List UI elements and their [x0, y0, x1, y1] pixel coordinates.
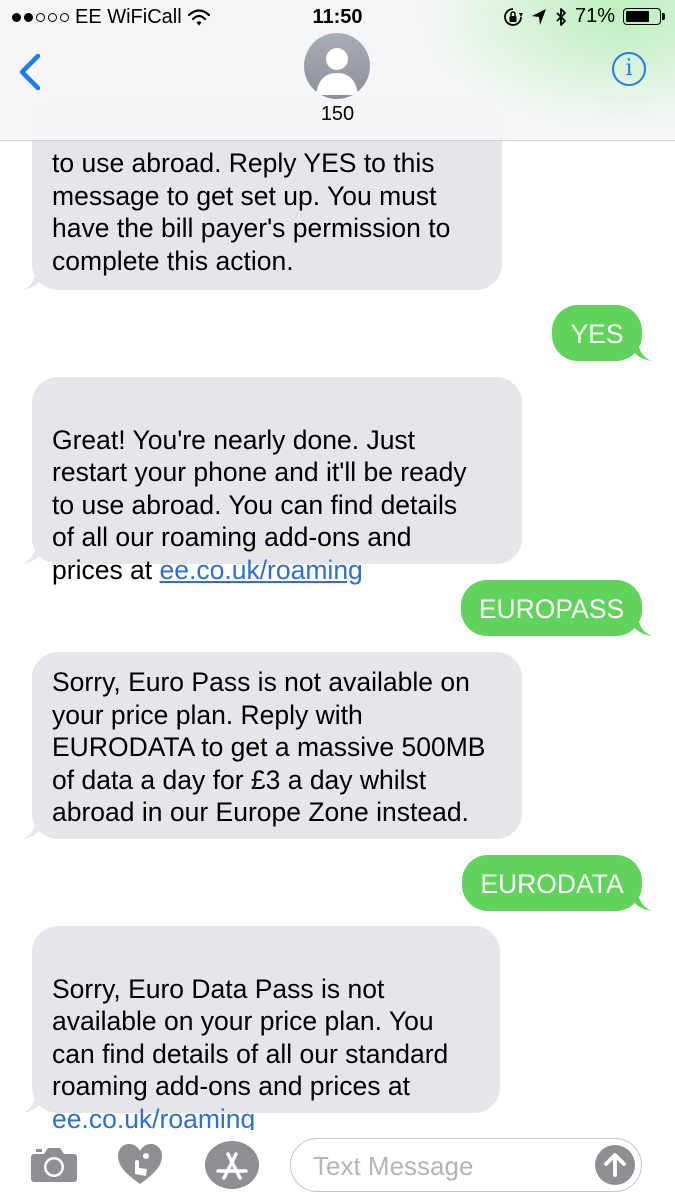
back-chevron-icon[interactable]	[16, 52, 46, 92]
outgoing-message-bubble[interactable]: EURODATA	[462, 855, 652, 911]
text-message-input[interactable]	[311, 1148, 575, 1184]
message-content: Great! You're nearly done. Just restart …	[52, 391, 508, 586]
camera-icon[interactable]	[30, 1144, 78, 1184]
bubble-tail	[628, 339, 652, 361]
battery-fill	[626, 11, 649, 22]
incoming-message-bubble[interactable]: Great! You're nearly done. Just restart …	[22, 377, 522, 585]
send-button[interactable]	[595, 1145, 635, 1185]
message-text: EUROPASS	[478, 594, 625, 624]
orientation-lock-icon	[504, 7, 523, 26]
person-silhouette-icon	[316, 48, 358, 95]
conversation[interactable]: to use abroad. Reply YES to this message…	[0, 0, 675, 1130]
message-input-bar	[0, 1130, 675, 1200]
text-message-field[interactable]	[290, 1138, 642, 1192]
outgoing-message-bubble[interactable]: YES	[552, 305, 652, 361]
battery-percent: 71%	[574, 5, 615, 27]
message-text: EURODATA	[480, 869, 624, 899]
info-button[interactable]: i	[612, 52, 646, 86]
location-arrow-icon	[531, 8, 546, 25]
contact-avatar[interactable]	[304, 33, 370, 99]
bubble-tail	[22, 817, 46, 839]
bluetooth-icon	[556, 7, 566, 26]
contact-name[interactable]: 150	[0, 103, 675, 126]
message-content: Sorry, Euro Data Pass is not available o…	[52, 940, 486, 1131]
message-text: Sorry, Euro Pass is not available on you…	[52, 667, 486, 827]
status-bar: EE WiFiCall 11:50 71%	[0, 0, 675, 34]
bubble-tail	[628, 889, 652, 911]
battery-icon	[623, 8, 665, 25]
message-text: Sorry, Euro Data Pass is not available o…	[52, 973, 449, 1102]
app-store-icon[interactable]	[204, 1140, 260, 1190]
message-text: to use abroad. Reply YES to this message…	[52, 148, 451, 276]
incoming-message-bubble[interactable]: Sorry, Euro Data Pass is not available o…	[22, 926, 500, 1130]
status-indicators: 71%	[503, 5, 665, 28]
bubble-tail	[22, 268, 46, 290]
incoming-message-bubble[interactable]: Sorry, Euro Pass is not available on you…	[22, 652, 522, 839]
send-arrow-icon	[604, 1153, 626, 1177]
digital-touch-heart-icon[interactable]	[116, 1142, 164, 1186]
bubble-tail	[22, 542, 46, 564]
bubble-tail	[628, 614, 652, 636]
battery-nub	[662, 13, 665, 20]
bubble-tail	[22, 1091, 46, 1113]
roaming-link[interactable]: ee.co.uk/roaming	[160, 555, 363, 585]
outgoing-message-bubble[interactable]: EUROPASS	[461, 580, 652, 636]
roaming-link[interactable]: ee.co.uk/roaming	[52, 1104, 255, 1131]
